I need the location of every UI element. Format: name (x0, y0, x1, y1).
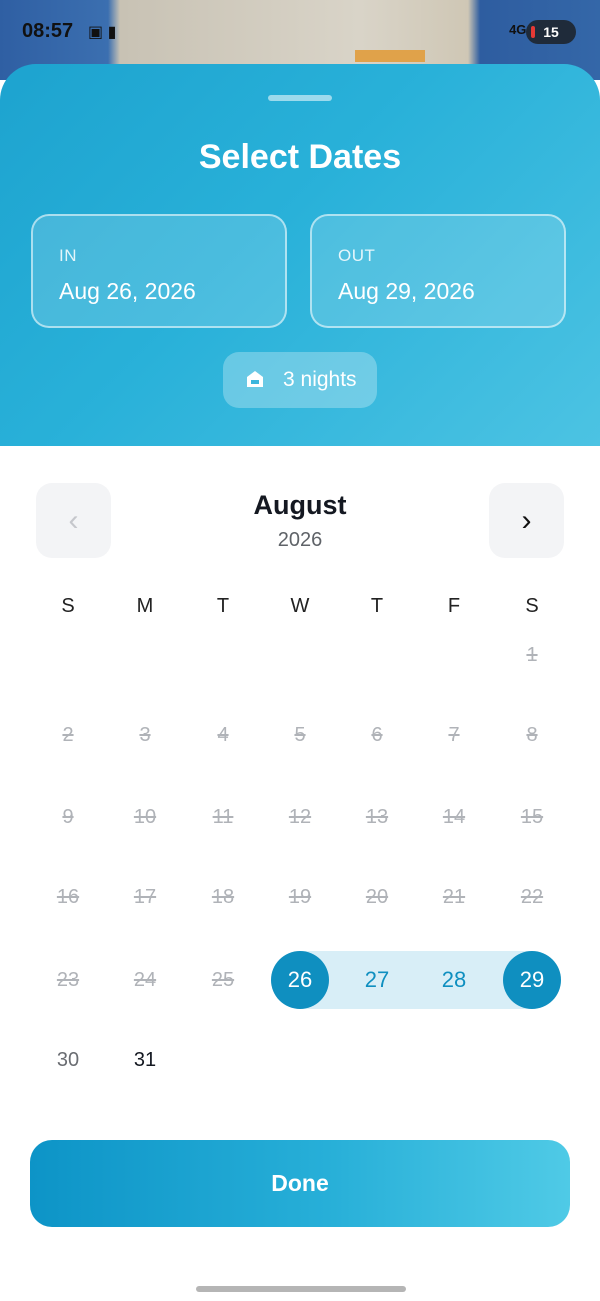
calendar-day-disabled: 24 (133, 969, 157, 991)
calendar-day-disabled: 23 (56, 969, 80, 991)
weekday-label: S (61, 595, 75, 617)
calendar-day-disabled: 1 (526, 644, 538, 666)
calendar-day-disabled: 7 (448, 724, 460, 746)
calendar-day-in-range[interactable]: 28 (424, 951, 484, 1009)
done-button[interactable]: Done (30, 1140, 570, 1227)
calendar-day-disabled: 9 (62, 806, 74, 828)
weekday-label: S (525, 595, 539, 617)
calendar-day-in-range[interactable]: 27 (347, 951, 407, 1009)
date-picker-header: Select Dates IN Aug 26, 2026 OUT Aug 29,… (0, 64, 600, 446)
calendar-day-disabled: 4 (217, 724, 229, 746)
weekday-label: W (290, 595, 310, 617)
calendar-day-disabled: 3 (139, 724, 151, 746)
calendar-day-disabled: 10 (133, 806, 157, 828)
notification-icons: ▣ ▮ (88, 24, 117, 41)
calendar-day-disabled: 13 (365, 806, 389, 828)
weekday-label: T (216, 595, 230, 617)
calendar-day-disabled: 14 (442, 806, 466, 828)
calendar-day-disabled: 17 (133, 886, 157, 908)
calendar-day[interactable]: 31 (115, 1040, 175, 1080)
calendar-day-disabled: 2 (62, 724, 74, 746)
weekday-label: F (447, 595, 461, 617)
drag-handle[interactable] (268, 95, 332, 101)
calendar-day-check-in[interactable]: 26 (271, 951, 329, 1009)
calendar-day-disabled: 8 (526, 724, 538, 746)
check-in-date: Aug 26, 2026 (59, 278, 196, 304)
status-time: 08:57 (22, 20, 74, 42)
calendar-day-disabled: 15 (520, 806, 544, 828)
calendar-day-disabled: 6 (371, 724, 383, 746)
calendar-day[interactable]: 30 (38, 1040, 98, 1080)
calendar-day-disabled: 18 (211, 886, 235, 908)
chevron-right-icon: › (521, 504, 532, 537)
nights-count: 3 nights (283, 368, 357, 391)
check-in-label: IN (59, 246, 77, 265)
calendar-day-disabled: 21 (442, 886, 466, 908)
calendar-day-disabled: 5 (294, 724, 306, 746)
next-month-button[interactable]: › (489, 483, 564, 558)
battery-indicator: 15 (526, 20, 576, 44)
check-in-card[interactable]: IN Aug 26, 2026 (31, 214, 287, 328)
selected-range-band (300, 951, 532, 1009)
calendar-day-disabled: 19 (288, 886, 312, 908)
calendar-day-disabled: 16 (56, 886, 80, 908)
calendar-day-disabled: 22 (520, 886, 544, 908)
calendar-day-disabled: 11 (212, 806, 234, 828)
calendar-day-disabled: 12 (288, 806, 312, 828)
check-out-card[interactable]: OUT Aug 29, 2026 (310, 214, 566, 328)
check-out-label: OUT (338, 246, 376, 265)
home-icon (247, 371, 263, 387)
weekday-label: M (136, 595, 154, 617)
status-bar: 08:57 ▣ ▮ 4G+ 15 (0, 0, 600, 64)
sheet-title: Select Dates (198, 138, 402, 176)
check-out-date: Aug 29, 2026 (338, 278, 475, 304)
calendar-day-disabled: 20 (365, 886, 389, 908)
nights-badge: 3 nights (223, 352, 377, 408)
home-indicator (196, 1286, 406, 1292)
calendar-day-disabled: 25 (211, 969, 235, 991)
weekday-label: T (370, 595, 384, 617)
calendar-day-check-out[interactable]: 29 (503, 951, 561, 1009)
